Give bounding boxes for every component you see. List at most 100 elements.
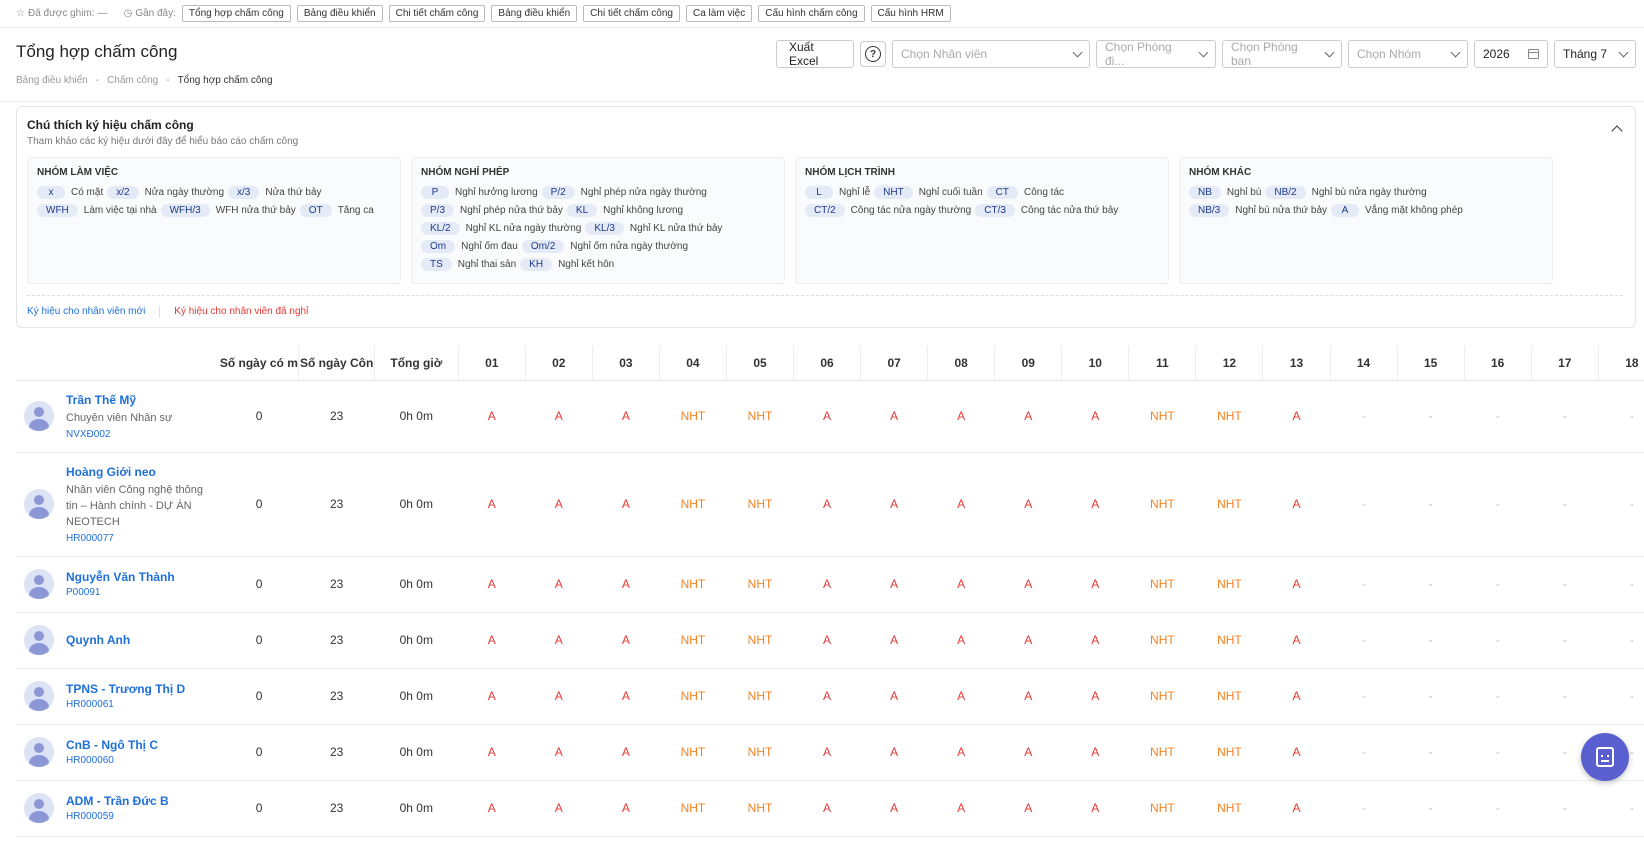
day-status-cell[interactable]: NHT <box>1195 780 1263 837</box>
employee-name-link[interactable]: CnB - Ngô Thị C <box>66 738 158 752</box>
day-status-cell[interactable]: - <box>1531 556 1599 613</box>
day-status-cell[interactable]: A <box>592 724 660 781</box>
day-status-cell[interactable]: - <box>1330 780 1398 837</box>
day-status-cell[interactable]: A <box>1262 556 1331 613</box>
day-status-cell[interactable]: A <box>1262 380 1331 453</box>
collapse-chevron-icon[interactable] <box>1611 125 1623 137</box>
day-status-cell[interactable]: NHT <box>1128 612 1196 669</box>
day-status-cell[interactable]: A <box>1061 724 1129 781</box>
attendance-table-container[interactable]: Số ngày có m Số ngày Côn Tổng giờ 01 02 03 04 0… <box>16 346 1644 862</box>
day-status-cell[interactable]: A <box>525 380 593 453</box>
day-status-cell[interactable]: A <box>592 452 660 557</box>
day-status-cell[interactable]: A <box>525 556 593 613</box>
day-status-cell[interactable]: - <box>1330 612 1398 669</box>
day-status-cell[interactable]: NHT <box>726 556 794 613</box>
day-status-cell[interactable]: A <box>927 612 995 669</box>
day-status-cell[interactable]: A <box>592 780 660 837</box>
table-row[interactable]: Hoàng Giới neo Nhân viên Công nghệ thông … <box>16 452 1644 557</box>
day-status-cell[interactable]: A <box>592 612 660 669</box>
day-status-cell[interactable]: A <box>458 612 526 669</box>
day-status-cell[interactable]: - <box>1464 380 1532 453</box>
day-status-cell[interactable]: - <box>1464 780 1532 837</box>
day-status-cell[interactable]: - <box>1464 452 1532 557</box>
day-status-cell[interactable]: A <box>927 668 995 725</box>
day-status-cell[interactable]: - <box>1397 452 1465 557</box>
employee-select[interactable]: Chọn Nhân viên <box>892 40 1090 68</box>
day-status-cell[interactable]: - <box>1531 668 1599 725</box>
table-row[interactable]: ADM - Trần Đức B HR000059 0 23 0h 0m A A A NHT NH… <box>16 780 1644 837</box>
help-button[interactable]: ? <box>860 41 886 67</box>
day-status-cell[interactable]: A <box>793 452 861 557</box>
day-status-cell[interactable]: A <box>860 556 928 613</box>
day-status-cell[interactable]: - <box>1397 556 1465 613</box>
day-status-cell[interactable]: NHT <box>1128 780 1196 837</box>
day-status-cell[interactable]: A <box>1061 556 1129 613</box>
day-status-cell[interactable]: A <box>458 668 526 725</box>
day-status-cell[interactable]: A <box>927 452 995 557</box>
group-select[interactable]: Chọn Nhóm <box>1348 40 1468 68</box>
day-status-cell[interactable]: - <box>1330 556 1398 613</box>
day-status-cell[interactable]: A <box>1262 668 1331 725</box>
day-status-cell[interactable]: NHT <box>1128 668 1196 725</box>
day-status-cell[interactable]: A <box>1061 668 1129 725</box>
day-status-cell[interactable]: A <box>860 452 928 557</box>
recent-chip[interactable]: Chi tiết chấm công <box>388 5 486 22</box>
day-status-cell[interactable]: A <box>1061 612 1129 669</box>
day-status-cell[interactable]: A <box>994 724 1062 781</box>
day-status-cell[interactable]: NHT <box>659 556 727 613</box>
day-status-cell[interactable]: A <box>994 612 1062 669</box>
day-status-cell[interactable]: - <box>1330 724 1398 781</box>
day-status-cell[interactable]: - <box>1598 612 1644 669</box>
table-row[interactable]: CnB - Ngô Thị C HR000060 0 23 0h 0m A A A NHT NHT… <box>16 724 1644 781</box>
breadcrumb-attendance[interactable]: Chấm công <box>107 75 158 86</box>
day-status-cell[interactable]: NHT <box>1195 556 1263 613</box>
day-status-cell[interactable]: A <box>994 780 1062 837</box>
recent-chip[interactable]: Cấu hình HRM <box>870 5 951 22</box>
day-status-cell[interactable]: A <box>860 380 928 453</box>
day-status-cell[interactable]: - <box>1464 556 1532 613</box>
day-status-cell[interactable]: A <box>1262 780 1331 837</box>
day-status-cell[interactable]: A <box>927 380 995 453</box>
day-status-cell[interactable]: A <box>1061 452 1129 557</box>
day-status-cell[interactable]: A <box>458 556 526 613</box>
day-status-cell[interactable]: NHT <box>659 668 727 725</box>
day-status-cell[interactable]: A <box>525 780 593 837</box>
day-status-cell[interactable]: - <box>1397 380 1465 453</box>
day-status-cell[interactable]: - <box>1397 668 1465 725</box>
day-status-cell[interactable]: NHT <box>1128 724 1196 781</box>
department-select[interactable]: Chọn Phòng ban <box>1222 40 1342 68</box>
day-status-cell[interactable]: NHT <box>659 724 727 781</box>
day-status-cell[interactable]: - <box>1531 452 1599 557</box>
day-status-cell[interactable]: A <box>793 780 861 837</box>
day-status-cell[interactable]: A <box>860 668 928 725</box>
day-status-cell[interactable]: A <box>994 668 1062 725</box>
day-status-cell[interactable]: - <box>1397 612 1465 669</box>
day-status-cell[interactable]: A <box>927 556 995 613</box>
day-status-cell[interactable]: NHT <box>1128 556 1196 613</box>
day-status-cell[interactable]: A <box>458 452 526 557</box>
day-status-cell[interactable]: - <box>1330 380 1398 453</box>
day-status-cell[interactable]: NHT <box>1128 380 1196 453</box>
day-status-cell[interactable]: A <box>927 724 995 781</box>
day-status-cell[interactable]: A <box>860 780 928 837</box>
employee-name-link[interactable]: TPNS - Trương Thị D <box>66 682 185 696</box>
month-select[interactable]: Tháng 7 <box>1554 40 1636 68</box>
day-status-cell[interactable]: A <box>860 612 928 669</box>
day-status-cell[interactable]: NHT <box>659 780 727 837</box>
table-row[interactable]: Nguyễn Văn Thành P00091 0 23 0h 0m A A A NHT NHT A… <box>16 556 1644 613</box>
export-excel-button[interactable]: Xuất Excel <box>776 40 854 68</box>
day-status-cell[interactable]: A <box>860 724 928 781</box>
assistant-fab-button[interactable] <box>1581 733 1629 781</box>
day-status-cell[interactable]: A <box>458 780 526 837</box>
division-select[interactable]: Chọn Phòng đi... <box>1096 40 1216 68</box>
recent-chip[interactable]: Cấu hình chấm công <box>758 5 865 22</box>
day-status-cell[interactable]: - <box>1531 612 1599 669</box>
day-status-cell[interactable]: NHT <box>1195 724 1263 781</box>
employee-name-link[interactable]: Quynh Anh <box>66 633 130 647</box>
day-status-cell[interactable]: A <box>1061 780 1129 837</box>
day-status-cell[interactable]: NHT <box>1128 452 1196 557</box>
day-status-cell[interactable]: - <box>1397 724 1465 781</box>
new-employee-legend-link[interactable]: Ký hiệu cho nhân viên mới <box>27 306 145 317</box>
day-status-cell[interactable]: NHT <box>1195 612 1263 669</box>
day-status-cell[interactable]: - <box>1464 612 1532 669</box>
